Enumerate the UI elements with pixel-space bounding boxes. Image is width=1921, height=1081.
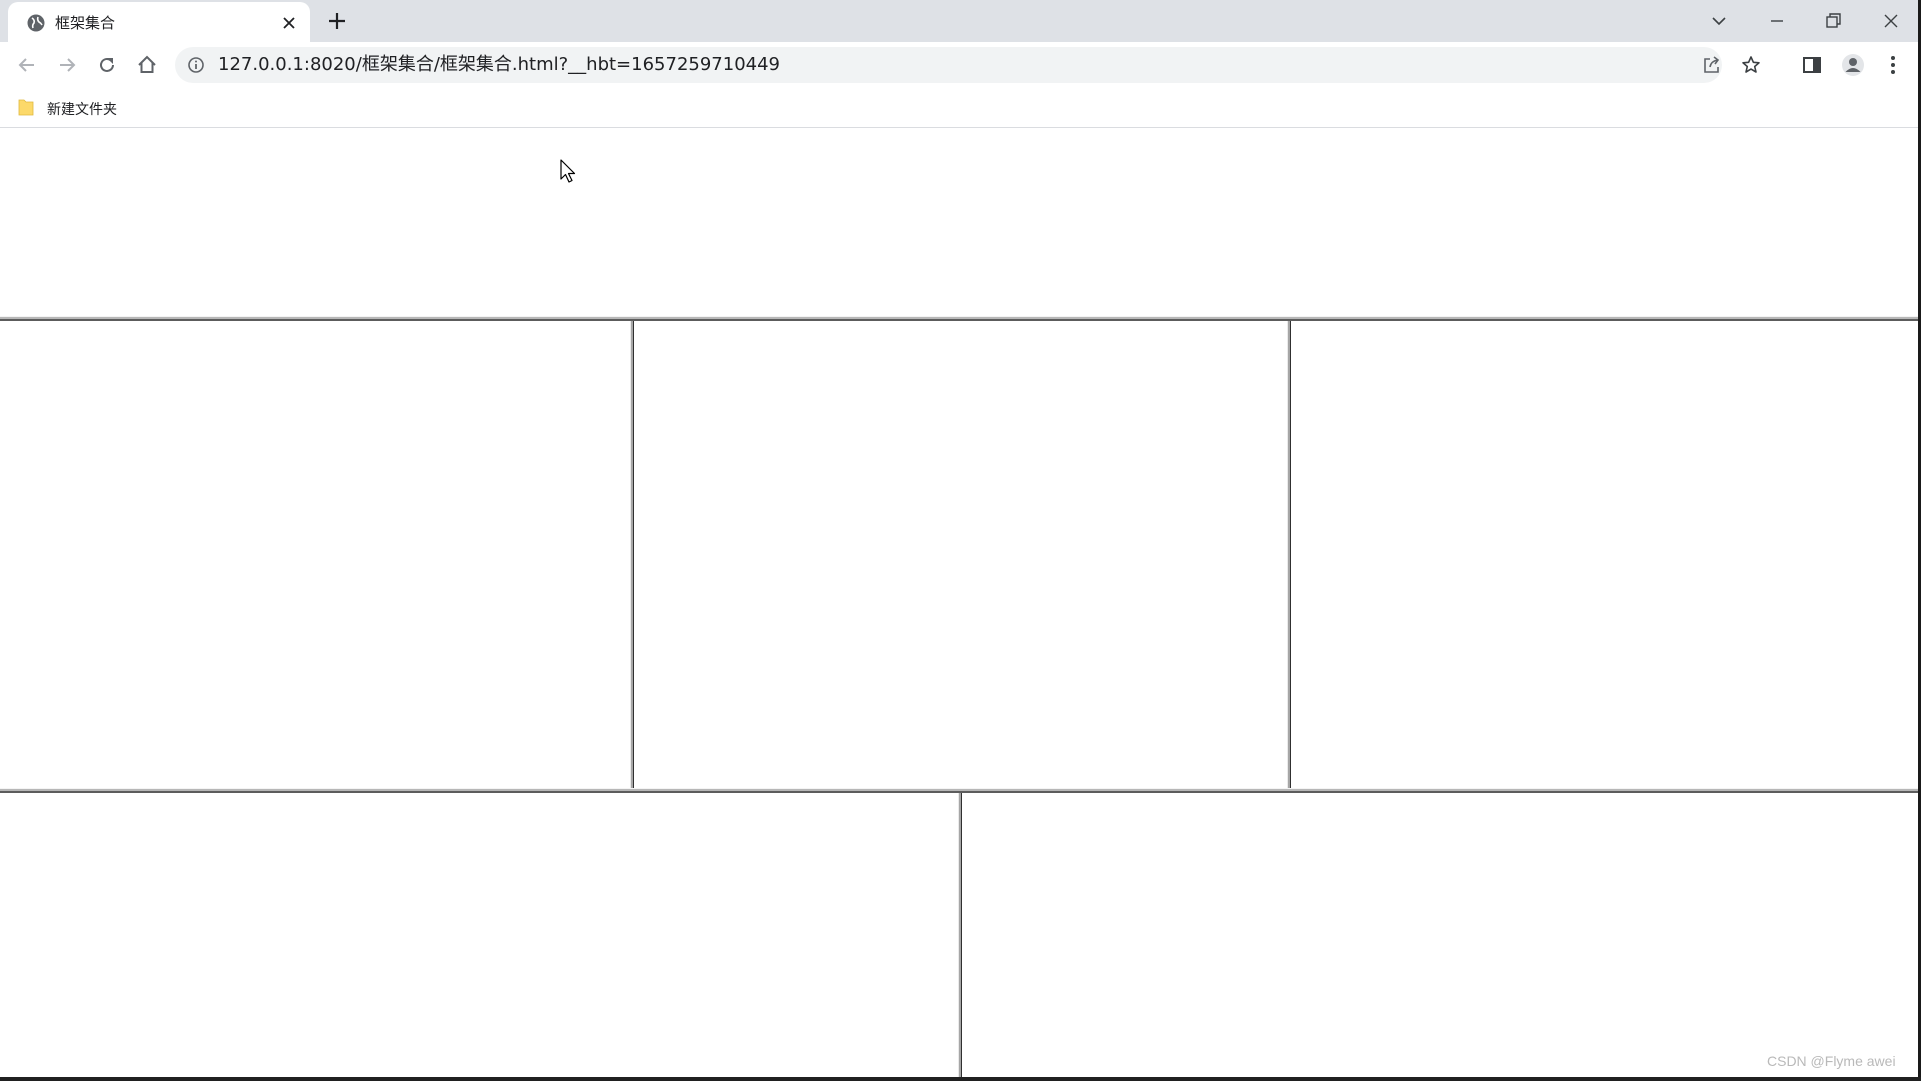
- folder-icon: [18, 99, 34, 116]
- middle-center-frame[interactable]: [634, 321, 1287, 788]
- frameset: [0, 128, 1921, 1081]
- bookmarks-bar: 新建文件夹: [0, 88, 1921, 128]
- new-tab-icon[interactable]: [326, 10, 348, 32]
- close-tab-icon[interactable]: [280, 14, 298, 32]
- bookmark-label: 新建文件夹: [47, 102, 117, 118]
- share-icon[interactable]: [1701, 55, 1721, 75]
- bottom-left-frame[interactable]: [0, 793, 958, 1081]
- top-frame[interactable]: [0, 128, 1921, 316]
- address-bar[interactable]: 127.0.0.1:8020/框架集合/框架集合.html?__hbt=1657…: [175, 47, 1760, 83]
- tab-title: 框架集合: [55, 14, 116, 32]
- site-info-icon[interactable]: [187, 56, 205, 74]
- menu-dots-icon[interactable]: [1880, 52, 1906, 78]
- window-bottom-edge: [0, 1077, 1921, 1081]
- globe-icon: [27, 14, 45, 32]
- side-panel-icon[interactable]: [1799, 52, 1825, 78]
- bookmark-star-icon[interactable]: [1741, 55, 1761, 75]
- minimize-icon[interactable]: [1764, 8, 1790, 34]
- url-text[interactable]: 127.0.0.1:8020/框架集合/框架集合.html?__hbt=1657…: [218, 55, 780, 75]
- reload-icon[interactable]: [94, 52, 120, 78]
- middle-left-frame[interactable]: [0, 321, 630, 788]
- forward-icon[interactable]: [54, 52, 80, 78]
- tab-strip: 框架集合: [0, 0, 1921, 42]
- watermark: CSDN @Flyme awei: [1767, 1053, 1896, 1069]
- bottom-right-frame[interactable]: [962, 793, 1921, 1081]
- tab-search-icon[interactable]: [1706, 8, 1732, 34]
- back-icon[interactable]: [14, 52, 40, 78]
- restore-icon[interactable]: [1820, 8, 1846, 34]
- profile-avatar-icon[interactable]: [1840, 52, 1866, 78]
- browser-toolbar: 127.0.0.1:8020/框架集合/框架集合.html?__hbt=1657…: [0, 42, 1921, 88]
- home-icon[interactable]: [134, 52, 160, 78]
- browser-tab[interactable]: 框架集合: [8, 2, 310, 42]
- mouse-cursor-icon: [560, 159, 576, 183]
- close-window-icon[interactable]: [1878, 8, 1904, 34]
- middle-right-frame[interactable]: [1291, 321, 1921, 788]
